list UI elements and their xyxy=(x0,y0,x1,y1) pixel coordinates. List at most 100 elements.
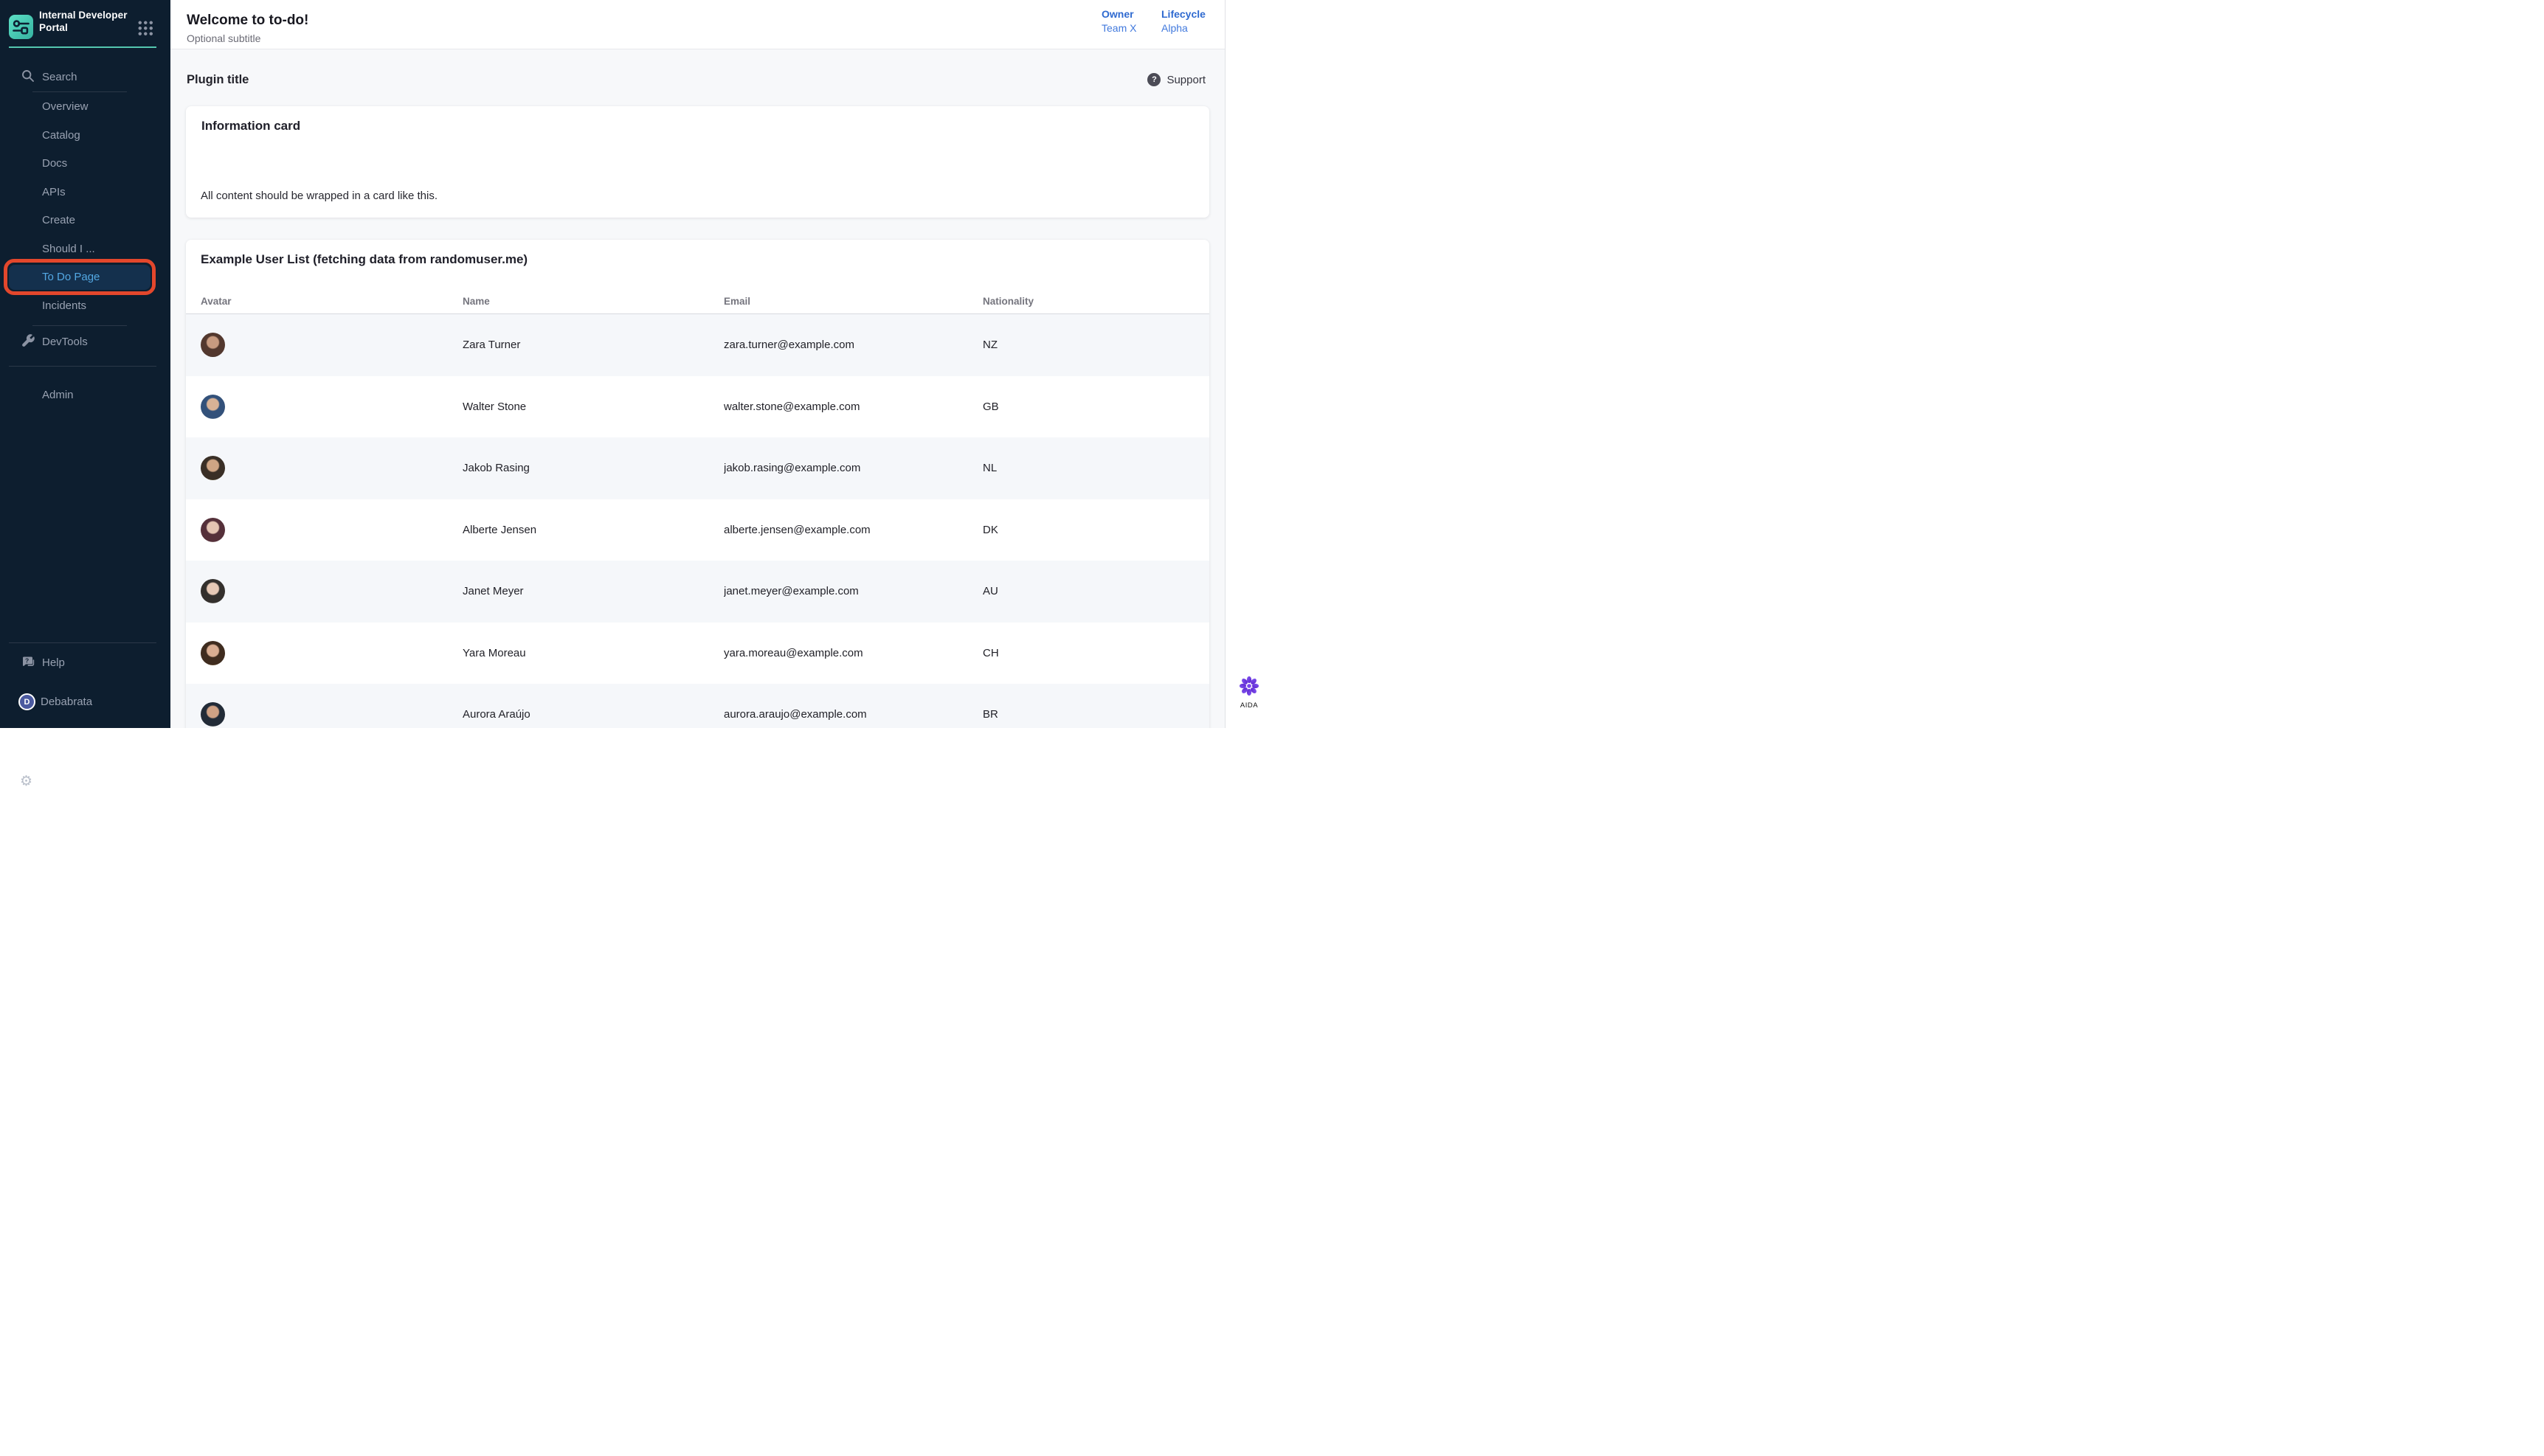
name-cell: Jakob Rasing xyxy=(463,462,724,474)
sidebar-item-label: APIs xyxy=(42,184,66,200)
sidebar-item-incidents[interactable]: Incidents xyxy=(0,298,170,313)
table-header-row: AvatarNameEmailNationality xyxy=(186,288,1209,314)
user-photo-avatar xyxy=(201,518,225,542)
sidebar-item-label: Admin xyxy=(42,387,74,403)
avatar-cell xyxy=(201,702,463,727)
sidebar-item-devtools[interactable]: DevTools xyxy=(0,334,170,350)
grid-menu-icon[interactable] xyxy=(137,20,153,35)
column-header-avatar: Avatar xyxy=(201,296,463,307)
sidebar-item-label: Help xyxy=(42,655,65,670)
question-mark-icon: ? xyxy=(1147,73,1161,86)
nationality-cell: AU xyxy=(983,585,1209,597)
sidebar: Internal DeveloperPortal Search Overview… xyxy=(0,0,170,728)
name-cell: Alberte Jensen xyxy=(463,524,724,536)
user-list-card: Example User List (fetching data from ra… xyxy=(186,240,1209,728)
sidebar-divider xyxy=(32,325,127,326)
table-row: Walter Stonewalter.stone@example.comGB xyxy=(186,376,1209,438)
user-name: Debabrata xyxy=(41,694,92,710)
nationality-cell: DK xyxy=(983,524,1209,536)
sidebar-item-label: DevTools xyxy=(42,334,88,350)
user-photo-avatar xyxy=(201,702,225,727)
sidebar-item-label: Overview xyxy=(42,99,89,114)
sidebar-item-admin[interactable]: ⚙ Admin xyxy=(0,387,170,403)
aida-label: AIDA xyxy=(1226,701,1273,710)
nationality-cell: NL xyxy=(983,462,1209,474)
column-header-name: Name xyxy=(463,296,724,307)
meta-value: Alpha xyxy=(1161,22,1206,34)
avatar-cell xyxy=(201,456,463,480)
annotation-highlight-ring xyxy=(4,259,156,295)
nationality-cell: GB xyxy=(983,401,1209,413)
nationality-cell: BR xyxy=(983,708,1209,721)
sidebar-item-user[interactable]: Debabrata xyxy=(0,694,170,710)
user-list-title: Example User List (fetching data from ra… xyxy=(201,252,528,267)
sidebar-item-help[interactable]: ? Help xyxy=(0,655,170,670)
name-cell: Janet Meyer xyxy=(463,585,724,597)
help-chat-icon: ? xyxy=(21,654,35,669)
sidebar-item-apis[interactable]: APIs xyxy=(0,184,170,200)
nationality-cell: CH xyxy=(983,647,1209,659)
page-title: Welcome to to-do! xyxy=(187,13,308,29)
email-cell: walter.stone@example.com xyxy=(724,401,983,413)
wrench-icon xyxy=(21,333,35,348)
main-area: Welcome to to-do! Optional subtitle Owne… xyxy=(170,0,1225,728)
sidebar-item-docs[interactable]: Docs xyxy=(0,156,170,171)
app-title: Internal DeveloperPortal xyxy=(39,9,134,34)
avatar-cell xyxy=(201,579,463,603)
column-header-email: Email xyxy=(724,296,983,307)
user-photo-avatar xyxy=(201,395,225,419)
information-card-body: All content should be wrapped in a card … xyxy=(201,190,438,202)
app-logo-icon[interactable] xyxy=(9,15,33,39)
sidebar-item-create[interactable]: Create xyxy=(0,212,170,228)
user-photo-avatar xyxy=(201,456,225,480)
name-cell: Zara Turner xyxy=(463,339,724,351)
meta-lifecycle-link[interactable]: LifecycleAlpha xyxy=(1161,8,1206,34)
sidebar-item-search[interactable]: Search xyxy=(0,69,170,85)
avatar-cell xyxy=(201,641,463,665)
aida-extension-button[interactable]: AIDA xyxy=(1226,676,1273,710)
email-cell: janet.meyer@example.com xyxy=(724,585,983,597)
email-cell: jakob.rasing@example.com xyxy=(724,462,983,474)
gear-icon: ⚙ xyxy=(20,774,32,789)
page-content: Plugin title ? Support Information card … xyxy=(170,49,1225,728)
avatar-cell xyxy=(201,333,463,357)
section-title: Plugin title xyxy=(187,73,249,87)
email-cell: alberte.jensen@example.com xyxy=(724,524,983,536)
sidebar-divider xyxy=(9,366,156,367)
table-body: Zara Turnerzara.turner@example.comNZWalt… xyxy=(186,314,1209,728)
email-cell: yara.moreau@example.com xyxy=(724,647,983,659)
support-label: Support xyxy=(1166,74,1206,86)
aida-flower-icon xyxy=(1240,676,1259,696)
meta-value: Team X xyxy=(1102,22,1136,34)
table-row: Jakob Rasingjakob.rasing@example.comNL xyxy=(186,437,1209,499)
meta-owner-link[interactable]: Owner Team X xyxy=(1102,8,1136,34)
table-row: Alberte Jensenalberte.jensen@example.com… xyxy=(186,499,1209,561)
user-photo-avatar xyxy=(201,641,225,665)
column-header-nationality: Nationality xyxy=(983,296,1209,307)
page-header: Welcome to to-do! Optional subtitle Owne… xyxy=(170,0,1225,49)
name-cell: Yara Moreau xyxy=(463,647,724,659)
sliders-glyph xyxy=(9,15,33,39)
sidebar-divider xyxy=(32,91,127,92)
table-row: Zara Turnerzara.turner@example.comNZ xyxy=(186,314,1209,376)
sidebar-item-label: Catalog xyxy=(42,128,80,143)
user-photo-avatar xyxy=(201,333,225,357)
sidebar-item-overview[interactable]: Overview xyxy=(0,99,170,114)
right-gutter: AIDA xyxy=(1225,0,1272,728)
search-icon xyxy=(21,69,35,83)
svg-text:?: ? xyxy=(25,657,29,665)
meta-label: Owner xyxy=(1102,8,1136,20)
support-button[interactable]: ? Support xyxy=(1147,73,1206,86)
sidebar-accent-divider xyxy=(9,46,156,48)
sidebar-item-label: Search xyxy=(42,69,77,85)
table-row: Yara Moreauyara.moreau@example.comCH xyxy=(186,623,1209,684)
avatar-cell xyxy=(201,518,463,542)
page-subtitle: Optional subtitle xyxy=(187,32,260,44)
table-row: Aurora Araújoaurora.araujo@example.comBR xyxy=(186,684,1209,728)
sidebar-item-should-i[interactable]: Should I ... xyxy=(0,241,170,257)
sidebar-item-catalog[interactable]: Catalog xyxy=(0,128,170,143)
information-card-title: Information card xyxy=(201,119,300,134)
sidebar-item-label: Should I ... xyxy=(42,241,95,257)
sidebar-item-label: Docs xyxy=(42,156,67,171)
nationality-cell: NZ xyxy=(983,339,1209,351)
